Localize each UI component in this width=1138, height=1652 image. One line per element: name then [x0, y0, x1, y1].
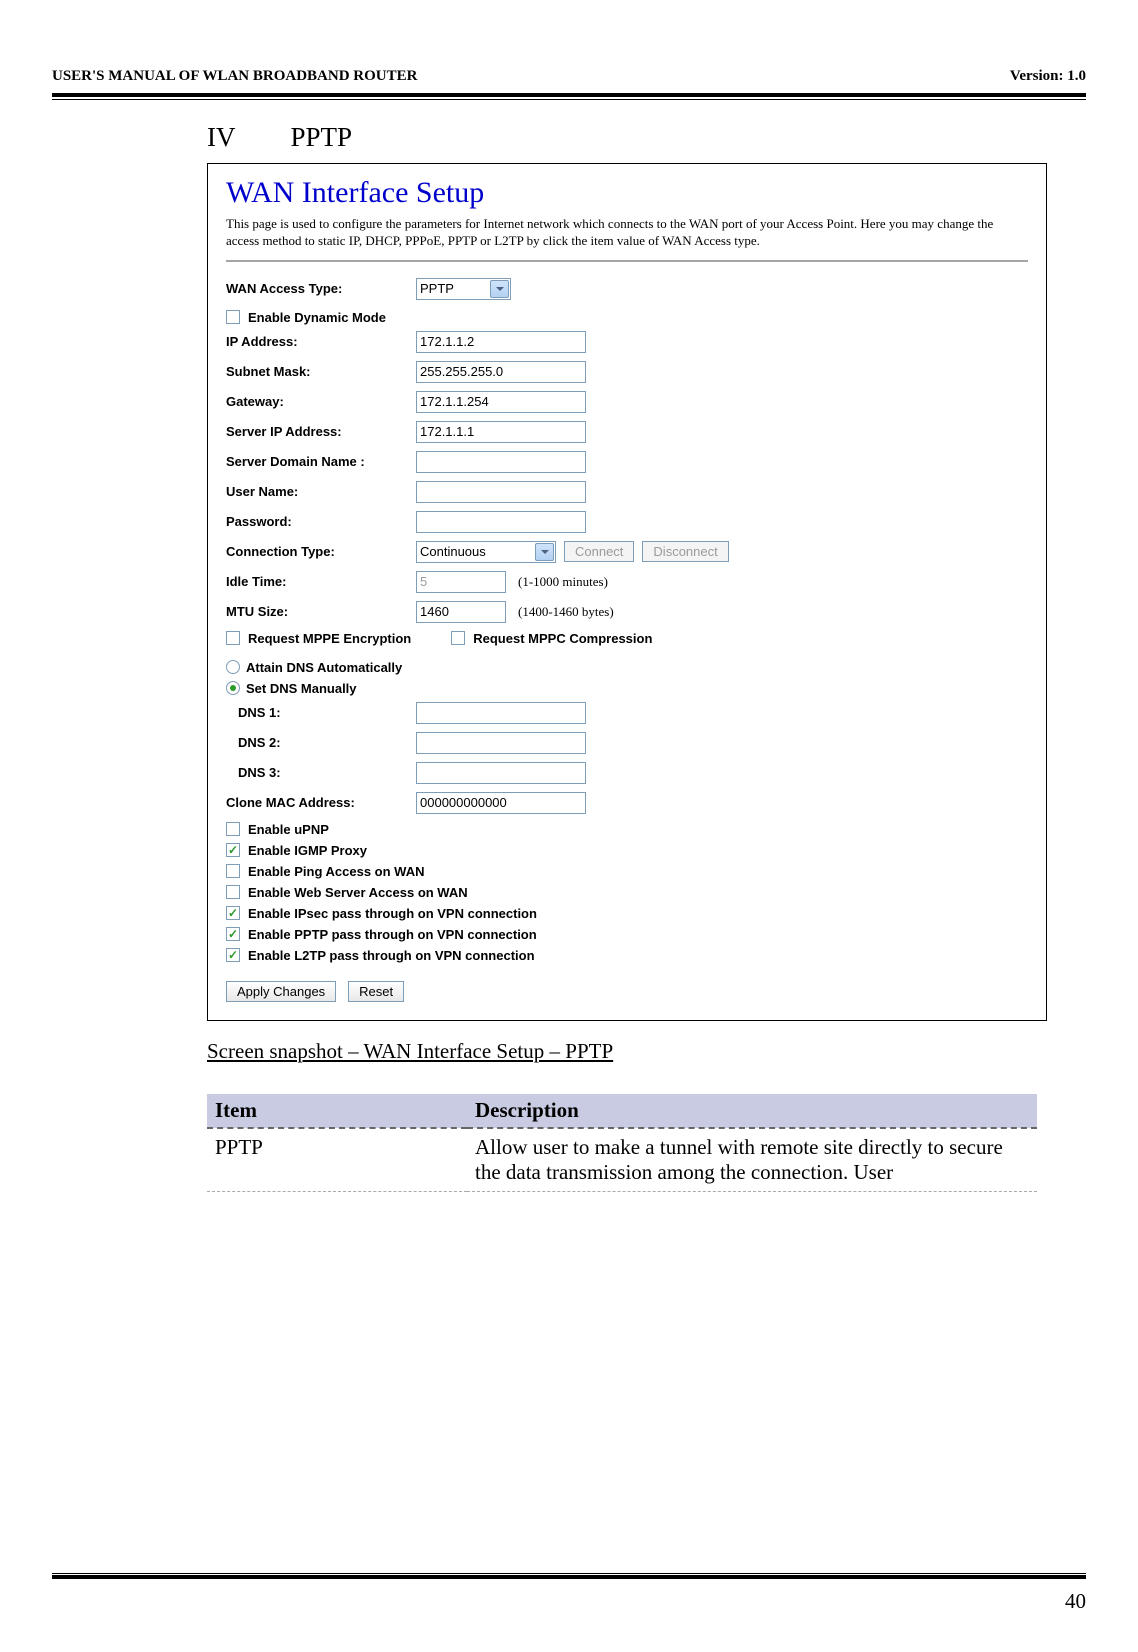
table-header-item: Item	[207, 1094, 467, 1128]
clone-mac-label: Clone MAC Address:	[226, 795, 416, 810]
attain-dns-radio[interactable]	[226, 660, 240, 674]
table-cell-item: PPTP	[207, 1128, 467, 1192]
reset-button[interactable]: Reset	[348, 981, 404, 1002]
enable-ipsec-passthrough-checkbox[interactable]	[226, 906, 240, 920]
panel-title: WAN Interface Setup	[226, 176, 1028, 210]
screenshot-caption: Screen snapshot – WAN Interface Setup – …	[207, 1039, 1047, 1064]
footer-rule-thin	[52, 1573, 1086, 1574]
server-domain-label: Server Domain Name :	[226, 454, 416, 469]
user-name-input[interactable]	[416, 481, 586, 503]
setup-screenshot: WAN Interface Setup This page is used to…	[207, 163, 1047, 1021]
dns2-input[interactable]	[416, 732, 586, 754]
set-dns-label: Set DNS Manually	[246, 681, 357, 696]
gateway-label: Gateway:	[226, 394, 416, 409]
mtu-size-label: MTU Size:	[226, 604, 416, 619]
password-label: Password:	[226, 514, 416, 529]
idle-time-label: Idle Time:	[226, 574, 416, 589]
table-row: PPTP Allow user to make a tunnel with re…	[207, 1128, 1037, 1192]
page-number: 40	[52, 1589, 1086, 1614]
dns2-label: DNS 2:	[238, 735, 416, 750]
table-header-description: Description	[467, 1094, 1037, 1128]
mtu-size-note: (1400-1460 bytes)	[518, 604, 614, 620]
apply-changes-button[interactable]: Apply Changes	[226, 981, 336, 1002]
enable-ipsec-passthrough-label: Enable IPsec pass through on VPN connect…	[248, 906, 537, 921]
request-mppe-checkbox[interactable]	[226, 631, 240, 645]
enable-dynamic-mode-checkbox[interactable]	[226, 310, 240, 324]
wan-access-type-select[interactable]	[416, 278, 511, 300]
server-ip-input[interactable]	[416, 421, 586, 443]
dns3-input[interactable]	[416, 762, 586, 784]
description-table: Item Description PPTP Allow user to make…	[207, 1094, 1037, 1192]
enable-upnp-label: Enable uPNP	[248, 822, 329, 837]
enable-l2tp-passthrough-label: Enable L2TP pass through on VPN connecti…	[248, 948, 535, 963]
enable-igmp-checkbox[interactable]	[226, 843, 240, 857]
idle-time-note: (1-1000 minutes)	[518, 574, 608, 590]
dns3-label: DNS 3:	[238, 765, 416, 780]
table-cell-description: Allow user to make a tunnel with remote …	[467, 1128, 1037, 1192]
section-title: PPTP	[291, 122, 353, 153]
password-input[interactable]	[416, 511, 586, 533]
request-mppc-checkbox[interactable]	[451, 631, 465, 645]
panel-description: This page is used to configure the param…	[226, 216, 1028, 250]
mtu-size-input[interactable]	[416, 601, 506, 623]
enable-web-server-wan-checkbox[interactable]	[226, 885, 240, 899]
header-left: USER'S MANUAL OF WLAN BROADBAND ROUTER	[52, 68, 417, 85]
subnet-mask-input[interactable]	[416, 361, 586, 383]
enable-upnp-checkbox[interactable]	[226, 822, 240, 836]
dns1-label: DNS 1:	[238, 705, 416, 720]
panel-divider	[226, 260, 1028, 262]
wan-access-type-label: WAN Access Type:	[226, 281, 416, 296]
user-name-label: User Name:	[226, 484, 416, 499]
enable-l2tp-passthrough-checkbox[interactable]	[226, 948, 240, 962]
section-number: IV	[207, 122, 236, 153]
enable-ping-wan-checkbox[interactable]	[226, 864, 240, 878]
enable-pptp-passthrough-checkbox[interactable]	[226, 927, 240, 941]
footer-rule-thick	[52, 1575, 1086, 1579]
idle-time-input[interactable]	[416, 571, 506, 593]
header-right: Version: 1.0	[1010, 68, 1086, 85]
attain-dns-label: Attain DNS Automatically	[246, 660, 402, 675]
ip-address-label: IP Address:	[226, 334, 416, 349]
enable-pptp-passthrough-label: Enable PPTP pass through on VPN connecti…	[248, 927, 537, 942]
clone-mac-input[interactable]	[416, 792, 586, 814]
connection-type-label: Connection Type:	[226, 544, 416, 559]
set-dns-radio[interactable]	[226, 681, 240, 695]
ip-address-input[interactable]	[416, 331, 586, 353]
request-mppe-label: Request MPPE Encryption	[248, 631, 411, 646]
header-rule-thick	[52, 93, 1086, 97]
server-ip-label: Server IP Address:	[226, 424, 416, 439]
enable-dynamic-mode-label: Enable Dynamic Mode	[248, 310, 386, 325]
request-mppc-label: Request MPPC Compression	[473, 631, 652, 646]
gateway-input[interactable]	[416, 391, 586, 413]
disconnect-button[interactable]: Disconnect	[642, 541, 728, 562]
subnet-mask-label: Subnet Mask:	[226, 364, 416, 379]
connection-type-select[interactable]	[416, 541, 556, 563]
header-rule-thin	[52, 99, 1086, 100]
enable-web-server-wan-label: Enable Web Server Access on WAN	[248, 885, 468, 900]
dns1-input[interactable]	[416, 702, 586, 724]
enable-ping-wan-label: Enable Ping Access on WAN	[248, 864, 425, 879]
server-domain-input[interactable]	[416, 451, 586, 473]
enable-igmp-label: Enable IGMP Proxy	[248, 843, 367, 858]
connect-button[interactable]: Connect	[564, 541, 634, 562]
